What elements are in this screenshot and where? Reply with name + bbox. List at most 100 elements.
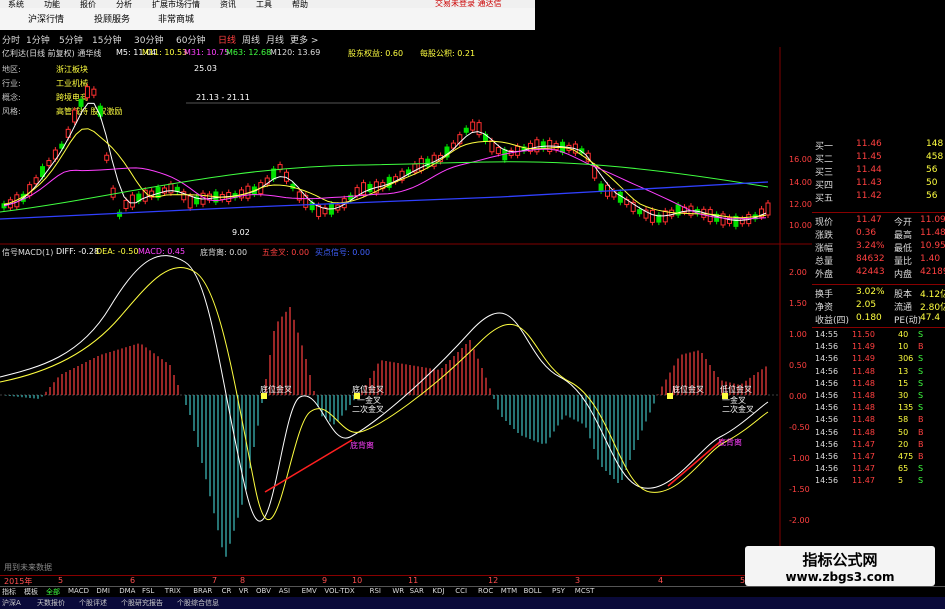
- menu-item-4[interactable]: 扩展市场行情: [152, 0, 200, 9]
- trade-volume: 30: [898, 391, 909, 400]
- stat-key: 涨幅: [815, 244, 834, 254]
- period-bar: 分时 1分钟 5分钟 15分钟 30分钟 60分钟 日线 周线 月线 更多 >: [0, 30, 535, 46]
- indicator-tab-21[interactable]: MTM: [501, 587, 517, 595]
- advisor-service-button[interactable]: 投顾服务: [94, 12, 130, 25]
- macd-tick-4: 0.00: [789, 392, 807, 401]
- bid-row: 买五 11.42 56: [812, 191, 945, 204]
- bid-label: 买二: [815, 155, 834, 165]
- trade-volume: 13: [898, 366, 909, 376]
- indicator-tab-8[interactable]: BRAR: [193, 587, 212, 595]
- menu-item-5[interactable]: 资讯: [220, 0, 236, 9]
- bid-volume: 56: [926, 191, 938, 201]
- macd-info-bar: 信号MACD(1) DIFF: -0.28 DEA: -0.50 MACD: 0…: [0, 247, 535, 259]
- menu-item-6[interactable]: 工具: [256, 0, 272, 9]
- menu-item-1[interactable]: 功能: [44, 0, 60, 9]
- indicator-tab-23[interactable]: PSY: [552, 587, 565, 595]
- status-item-2[interactable]: 个股评述: [79, 598, 107, 608]
- trade-volume: 40: [898, 330, 909, 339]
- trade-volume: 306: [898, 354, 914, 364]
- trade-side: B: [918, 439, 924, 449]
- trade-row: 14:56 11.48 15 S: [812, 379, 945, 390]
- menu-item-3[interactable]: 分析: [116, 0, 132, 9]
- low-price-label: 9.02: [232, 228, 250, 237]
- time-tick-8: 12: [488, 576, 499, 585]
- mall-button[interactable]: 非常商城: [158, 12, 194, 25]
- menu-item-2[interactable]: 报价: [80, 0, 96, 9]
- indicator-tab-19[interactable]: CCI: [455, 587, 467, 595]
- trade-volume: 135: [898, 403, 914, 413]
- indicator-tab-15[interactable]: RSI: [370, 587, 381, 595]
- indicator-tab-17[interactable]: SAR: [410, 587, 424, 595]
- trade-row: 14:56 11.48 50 B: [812, 428, 945, 439]
- annotation-9: 底背离: [718, 438, 742, 447]
- trade-price: 11.48: [852, 403, 875, 413]
- period-tab-1[interactable]: 1分钟: [26, 33, 50, 46]
- trade-time: 14:56: [815, 366, 839, 376]
- buy-signal-value: 买点信号: 0.00: [315, 248, 371, 257]
- price-tick-3: 10.00: [789, 221, 812, 230]
- status-item-4[interactable]: 个股综合信息: [177, 598, 219, 608]
- indicator-tab-14[interactable]: VOL-TDX: [324, 587, 354, 595]
- status-item-1[interactable]: 天数报价: [37, 598, 65, 608]
- trade-time: 14:56: [815, 476, 839, 486]
- chart-canvas[interactable]: [0, 47, 812, 587]
- bid-row: 买一 11.46 148: [812, 139, 945, 152]
- period-tab-8[interactable]: 月线: [266, 33, 284, 46]
- stat-value-2: 11.48: [920, 228, 945, 238]
- indicator-tab-2[interactable]: 全部: [46, 587, 60, 597]
- watermark-title: 指标公式网: [802, 551, 878, 569]
- indicator-tab-9[interactable]: CR: [222, 587, 232, 595]
- indicator-tab-13[interactable]: EMV: [302, 587, 317, 595]
- macd-title: 信号MACD(1): [2, 248, 54, 257]
- stat-value-2: 42189: [920, 267, 945, 277]
- indicator-tab-20[interactable]: ROC: [478, 587, 493, 595]
- dea-line: [0, 267, 769, 521]
- stat-value-2: 1.40: [920, 254, 941, 264]
- period-tab-3[interactable]: 15分钟: [92, 33, 121, 46]
- login-status-text: 交易未登录 通达信: [435, 0, 502, 8]
- indicator-tab-11[interactable]: OBV: [256, 587, 271, 595]
- trade-volume: 58: [898, 415, 909, 425]
- indicator-tab-1[interactable]: 模板: [24, 587, 38, 597]
- status-item-0[interactable]: 沪深A: [2, 598, 21, 608]
- indicator-tab-16[interactable]: WR: [392, 587, 404, 595]
- indicator-tab-24[interactable]: MCST: [575, 587, 595, 595]
- indicator-tab-7[interactable]: TRIX: [165, 587, 181, 595]
- indicator-tab-22[interactable]: BOLL: [524, 587, 542, 595]
- indicator-tab-0[interactable]: 指标: [2, 587, 16, 597]
- trade-side: S: [918, 366, 924, 376]
- trade-time: 14:56: [815, 452, 839, 461]
- bid-price: 11.43: [856, 178, 882, 188]
- period-tab-2[interactable]: 5分钟: [59, 33, 83, 46]
- menu-item-0[interactable]: 系统: [8, 0, 24, 9]
- trade-side: S: [918, 378, 924, 388]
- period-tab-6[interactable]: 日线: [218, 33, 236, 46]
- indicator-tab-5[interactable]: DMA: [119, 587, 135, 595]
- indicator-tab-4[interactable]: DMI: [96, 587, 110, 595]
- hushen-quote-button[interactable]: 沪深行情: [28, 12, 64, 25]
- period-tab-7[interactable]: 周线: [242, 33, 260, 46]
- stat-key: 涨跌: [815, 231, 834, 241]
- period-tab-4[interactable]: 30分钟: [134, 33, 163, 46]
- stat2-row: 收益(四) 0.180 PE(动) 47.4: [812, 313, 945, 326]
- menu-item-7[interactable]: 帮助: [292, 0, 308, 9]
- indicator-tab-12[interactable]: ASI: [279, 587, 290, 595]
- stat-value: 3.24%: [856, 241, 885, 251]
- status-item-3[interactable]: 个股研究报告: [121, 598, 163, 608]
- stat2-key-2: 股本: [894, 290, 913, 300]
- period-tab-0[interactable]: 分时: [2, 33, 20, 46]
- indicator-tab-3[interactable]: MACD: [68, 587, 89, 595]
- stat-value-2: 11.09: [920, 215, 945, 225]
- period-tab-5[interactable]: 60分钟: [176, 33, 205, 46]
- indicator-tab-6[interactable]: FSL: [142, 587, 154, 595]
- indicator-tab-10[interactable]: VR: [239, 587, 249, 595]
- macd-tick-3: 0.50: [789, 361, 807, 370]
- stat-key-2: 今开: [894, 218, 913, 228]
- candle-body: [540, 141, 546, 150]
- indicator-tab-18[interactable]: KDJ: [432, 587, 444, 595]
- stat-row: 外盘 42443 内盘 42189: [812, 267, 945, 280]
- trade-side: B: [918, 427, 924, 437]
- period-tab-9[interactable]: 更多 >: [290, 33, 318, 46]
- moving-averages: [0, 102, 769, 221]
- macd-tick-6: -1.00: [789, 454, 810, 463]
